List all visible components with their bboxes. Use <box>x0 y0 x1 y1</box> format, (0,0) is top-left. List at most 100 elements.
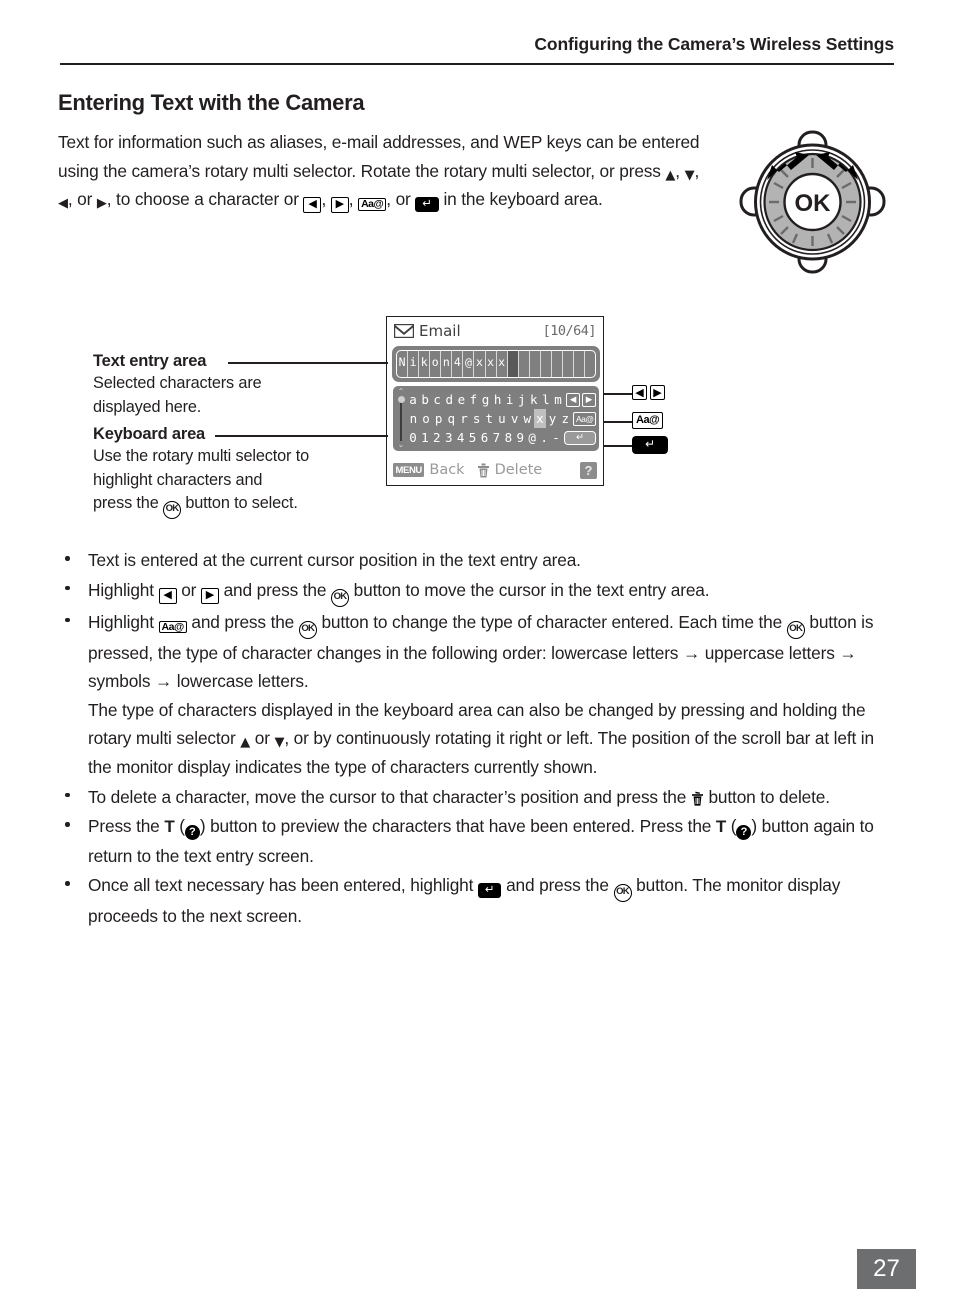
rotary-multi-selector-icon: OK <box>735 128 890 276</box>
keyboard-right-arrow-key[interactable]: ▶ <box>582 392 596 407</box>
keyboard-key[interactable]: b <box>419 390 431 409</box>
enter-key-icon: ↵ <box>477 883 502 898</box>
help-button-icon: ? <box>184 825 200 841</box>
aa-mode-key-icon: Aa@ <box>158 620 187 634</box>
keyboard-key[interactable]: l <box>540 390 552 409</box>
callout-leader-text-entry-area <box>228 362 388 365</box>
scroll-up-chevron-icon[interactable]: ⌃ <box>398 388 405 396</box>
text-entry-cell[interactable]: o <box>430 351 442 377</box>
text-entry-cell[interactable]: x <box>486 351 497 377</box>
keyboard-scrollbar[interactable]: ⌃ ⌄ <box>395 388 407 449</box>
keyboard-key[interactable]: 0 <box>407 428 419 447</box>
keyboard-left-arrow-key[interactable]: ◀ <box>566 392 580 407</box>
keyboard-key[interactable]: a <box>407 390 419 409</box>
text-entry-area[interactable]: Ni k o n 4 @ x x x <box>392 346 600 382</box>
keyboard-key[interactable]: r <box>458 409 471 428</box>
keyboard-area[interactable]: ⌃ ⌄ a b c d e f g h i j k l m ◀ ▶ n o p q r s t u v w x y z Aa@ 0 1 2 3 4… <box>392 385 600 452</box>
keyboard-key[interactable]: k <box>528 390 540 409</box>
keyboard-side-keys: ↵ <box>562 430 596 445</box>
keyboard-key[interactable]: @ <box>526 428 538 447</box>
intro-paragraph: Text for information such as aliases, e-… <box>58 128 710 214</box>
right-callout-icons: ◀ ▶ Aa@ ↵ <box>608 384 698 460</box>
text-entry-cell[interactable] <box>585 351 595 377</box>
keyboard-key[interactable]: o <box>420 409 433 428</box>
keyboard-key[interactable]: 2 <box>431 428 443 447</box>
scrollbar-track[interactable] <box>397 396 405 441</box>
keyboard-key[interactable]: v <box>508 409 521 428</box>
text-entry-cell[interactable] <box>541 351 552 377</box>
sep-3: , <box>321 189 331 209</box>
keyboard-key[interactable]: . <box>538 428 550 447</box>
keyboard-key[interactable]: w <box>521 409 534 428</box>
page-title: Entering Text with the Camera <box>58 90 365 115</box>
list-item: Press the T (?) button to preview the ch… <box>58 812 896 870</box>
scrollbar-thumb[interactable] <box>397 396 405 403</box>
help-badge-icon[interactable]: ? <box>580 461 597 479</box>
keyboard-key[interactable]: h <box>492 390 504 409</box>
text-entry-cell[interactable] <box>552 351 563 377</box>
or-text-2: , or <box>386 189 416 209</box>
text-entry-cell[interactable]: n <box>441 351 453 377</box>
bullet-3-b: and press the <box>186 611 299 632</box>
text-entry-cell[interactable] <box>574 351 586 377</box>
keyboard-key[interactable]: n <box>407 409 420 428</box>
keyboard-key[interactable]: 5 <box>467 428 479 447</box>
keyboard-key[interactable]: j <box>516 390 528 409</box>
trash-icon[interactable] <box>477 463 490 478</box>
trash-icon <box>691 786 704 806</box>
keyboard-key[interactable]: 6 <box>479 428 491 447</box>
callout-leader-keyboard-area <box>215 435 388 438</box>
text-entry-cell[interactable] <box>530 351 541 377</box>
text-entry-cell[interactable]: i <box>408 351 420 377</box>
keyboard-key[interactable]: 3 <box>443 428 455 447</box>
text-entry-cell[interactable]: x <box>497 351 508 377</box>
keyboard-key[interactable]: 9 <box>514 428 526 447</box>
text-entry-cell[interactable] <box>563 351 574 377</box>
keyboard-key[interactable]: - <box>550 428 562 447</box>
keyboard-rows: a b c d e f g h i j k l m ◀ ▶ n o p q r s t u v w x y z Aa@ 0 1 2 3 4 5 6 7 8… <box>407 388 596 449</box>
right-arrow-key-icon: ▶ <box>200 587 219 604</box>
left-arrow-key-callout-icon: ◀ <box>632 385 647 400</box>
down-triangle-icon: ▼ <box>274 735 285 751</box>
keyboard-enter-key[interactable]: ↵ <box>564 430 596 445</box>
keyboard-key[interactable]: i <box>504 390 516 409</box>
sep-1: , <box>675 160 685 181</box>
keyboard-key-selected[interactable]: x <box>533 409 547 428</box>
delete-label[interactable]: Delete <box>495 462 543 478</box>
keyboard-key[interactable]: d <box>443 390 455 409</box>
text-entry-cell[interactable]: 4 <box>452 351 464 377</box>
text-entry-cell[interactable]: k <box>419 351 431 377</box>
keyboard-key[interactable]: 4 <box>455 428 467 447</box>
keyboard-key[interactable]: m <box>552 390 564 409</box>
keyboard-key[interactable]: q <box>445 409 458 428</box>
text-entry-cell[interactable]: N <box>397 351 409 377</box>
keyboard-key[interactable]: e <box>455 390 467 409</box>
list-item: Highlight Aa@ and press the OK button to… <box>58 608 896 782</box>
keyboard-key[interactable]: 8 <box>502 428 514 447</box>
keyboard-aa-mode-key[interactable]: Aa@ <box>573 411 596 426</box>
right-arrow-key-callout-icon: ▶ <box>650 385 665 400</box>
keyboard-key[interactable]: 1 <box>419 428 431 447</box>
keyboard-key[interactable]: y <box>546 409 559 428</box>
keyboard-key[interactable]: t <box>483 409 496 428</box>
keyboard-key[interactable]: u <box>496 409 509 428</box>
keyboard-key[interactable]: 7 <box>490 428 502 447</box>
callout-2-line-3-prefix: press the <box>93 494 163 512</box>
keyboard-key[interactable]: s <box>470 409 483 428</box>
keyboard-key[interactable]: c <box>431 390 443 409</box>
text-entry-cell[interactable]: x <box>474 351 486 377</box>
back-label[interactable]: Back <box>429 462 464 478</box>
text-entry-cell[interactable]: @ <box>463 351 475 377</box>
bullet-5-c: ) button to preview the characters that … <box>199 816 716 837</box>
text-entry-cells[interactable]: Ni k o n 4 @ x x x <box>396 350 596 378</box>
keyboard-key[interactable]: f <box>467 390 479 409</box>
text-cursor[interactable] <box>507 351 519 377</box>
keyboard-key[interactable]: g <box>479 390 491 409</box>
intro-line-1: Text for information such as aliases, e-… <box>58 132 582 152</box>
sep-4: , <box>348 189 359 209</box>
keyboard-key[interactable]: z <box>559 409 572 428</box>
keyboard-key[interactable]: p <box>432 409 445 428</box>
callout-1-line-2: displayed here. <box>93 397 202 416</box>
text-entry-cell[interactable] <box>519 351 530 377</box>
keyboard-row: n o p q r s t u v w x y z Aa@ <box>407 409 596 428</box>
